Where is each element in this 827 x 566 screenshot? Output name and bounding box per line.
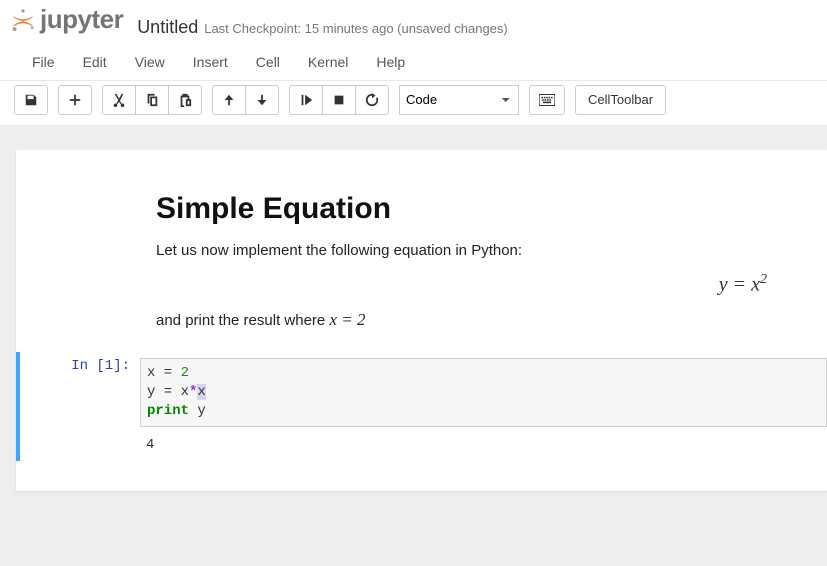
menu-edit[interactable]: Edit	[69, 48, 121, 76]
menu-cell[interactable]: Cell	[242, 48, 294, 76]
code-cell[interactable]: In [1]: x = 2 y = x*x print y 4	[16, 352, 827, 461]
cell-toolbar-button[interactable]: CellToolbar	[575, 85, 666, 115]
notebook-card: Simple Equation Let us now implement the…	[16, 150, 827, 491]
move-up-button[interactable]	[212, 85, 246, 115]
cell-type-select[interactable]: Code	[399, 85, 519, 115]
move-down-button[interactable]	[246, 85, 279, 115]
menu-file[interactable]: File	[18, 48, 69, 76]
restart-button[interactable]	[356, 85, 389, 115]
code-editor[interactable]: x = 2 y = x*x print y	[140, 358, 827, 427]
cut-button[interactable]	[102, 85, 136, 115]
markdown-cell[interactable]: Simple Equation Let us now implement the…	[16, 180, 827, 353]
copy-button[interactable]	[136, 85, 169, 115]
cell-output: 4	[140, 431, 827, 455]
menu-kernel[interactable]: Kernel	[294, 48, 362, 76]
toolbar: Code CellToolbar	[0, 81, 827, 126]
menubar: File Edit View Insert Cell Kernel Help	[0, 44, 827, 81]
markdown-p1: Let us now implement the following equat…	[156, 240, 827, 263]
checkpoint-text: Last Checkpoint: 15 minutes ago (unsaved…	[204, 21, 508, 36]
menu-view[interactable]: View	[121, 48, 179, 76]
equation-display: y = x2	[156, 272, 827, 297]
interrupt-button[interactable]	[323, 85, 356, 115]
notebook-area: Simple Equation Let us now implement the…	[0, 126, 827, 566]
input-prompt: In [1]:	[20, 358, 140, 427]
command-palette-button[interactable]	[529, 85, 565, 115]
logo-text: jupyter	[40, 4, 123, 35]
output-prompt	[20, 431, 140, 455]
paste-button[interactable]	[169, 85, 202, 115]
notebook-title[interactable]: Untitled	[137, 17, 198, 38]
markdown-p2: and print the result where x = 2	[156, 307, 827, 333]
menu-insert[interactable]: Insert	[179, 48, 242, 76]
markdown-heading: Simple Equation	[156, 192, 827, 226]
run-button[interactable]	[289, 85, 323, 115]
jupyter-logo[interactable]: jupyter	[10, 4, 123, 35]
add-cell-button[interactable]	[58, 85, 92, 115]
menu-help[interactable]: Help	[362, 48, 419, 76]
jupyter-icon	[10, 7, 36, 33]
save-button[interactable]	[14, 85, 48, 115]
